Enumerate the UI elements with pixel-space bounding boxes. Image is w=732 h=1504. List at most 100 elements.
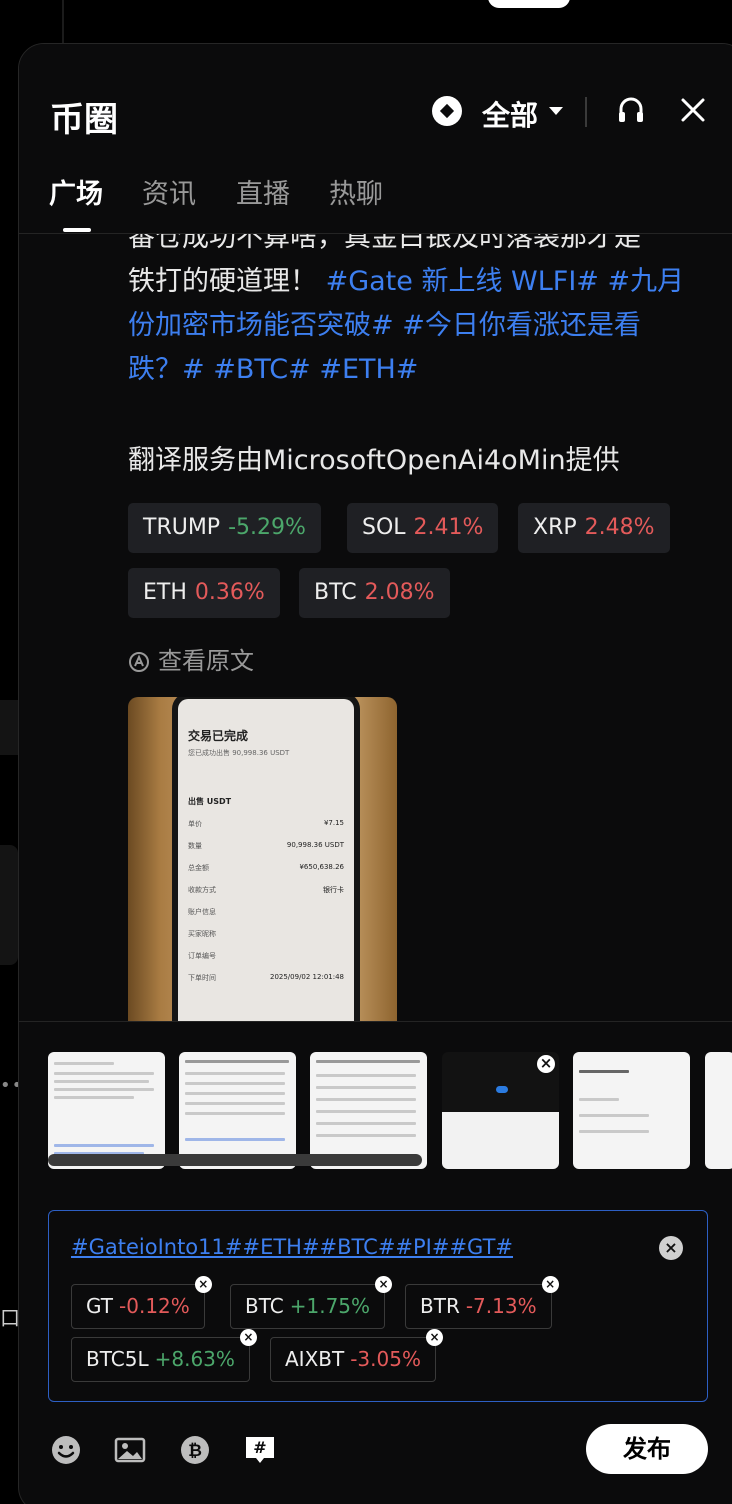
coin-tag-aixbt[interactable]: AIXBT -3.05% × [270, 1329, 443, 1382]
emoji-icon[interactable] [50, 1434, 82, 1466]
headphone-icon[interactable] [617, 96, 645, 124]
ticker-chip-eth[interactable]: ETH 0.36% [128, 568, 280, 618]
photo-row-value: ¥650,638.26 [299, 863, 344, 871]
remove-tag-button[interactable]: × [194, 1276, 212, 1293]
remove-tag-button[interactable]: × [239, 1329, 257, 1346]
svg-text:₿: ₿ [188, 1441, 202, 1461]
hashtag-icon[interactable]: # [244, 1434, 276, 1466]
ticker-symbol: SOL [362, 515, 406, 540]
ticker-symbol: TRUMP [143, 515, 221, 540]
background-block [0, 845, 18, 965]
tab-square[interactable]: 广场 [49, 172, 103, 211]
ticker-chip-trump[interactable]: TRUMP -5.29% [128, 503, 321, 553]
hashtag-link[interactable]: 跌？# #BTC# #ETH# [128, 348, 708, 392]
photo-row-label: 总金额 [188, 864, 209, 872]
attachment-thumbnail[interactable] [179, 1052, 296, 1169]
phone-screen: 交易已完成 您已成功出售 90,998.36 USDT 出售 USDT 单价 ¥7… [178, 699, 354, 1021]
remove-attachment-button[interactable]: × [535, 1053, 557, 1075]
photo-section: 出售 USDT [188, 797, 232, 806]
photo-row-label: 账户信息 [188, 908, 216, 916]
coin-tag-symbol: AIXBT [285, 1347, 345, 1371]
background-text: 口 [0, 1306, 20, 1330]
photo-row-value: 90,998.36 USDT [286, 841, 344, 849]
remove-tag-button[interactable]: × [375, 1276, 393, 1293]
coin-tag-change: +8.63% [154, 1347, 235, 1371]
publish-button[interactable]: 发布 [586, 1424, 708, 1474]
coin-tag-change: +1.75% [289, 1294, 371, 1318]
translate-icon [129, 652, 149, 672]
compose-toolbar: ₿ # 发布 [19, 1424, 732, 1484]
ticker-chip-xrp[interactable]: XRP 2.48% [518, 503, 670, 553]
bitcoin-icon[interactable]: ₿ [179, 1434, 211, 1466]
close-icon[interactable] [679, 96, 707, 124]
photo-row: 下单时间 2025/09/02 12:01:48 [188, 973, 344, 983]
photo-row-label: 买家昵称 [188, 930, 216, 938]
tab-news[interactable]: 资讯 [142, 172, 196, 211]
remove-tag-button[interactable]: × [425, 1329, 443, 1346]
ticker-change: 0.36% [194, 580, 265, 605]
coin-tag-change: -7.13% [465, 1294, 537, 1318]
coin-tag-gt[interactable]: GT -0.12% × [71, 1276, 212, 1329]
remove-tag-button[interactable]: × [541, 1276, 559, 1293]
coin-tag-btr[interactable]: BTR -7.13% × [405, 1276, 559, 1329]
attachment-thumbnail[interactable] [48, 1052, 165, 1169]
view-original-link[interactable]: 查看原文 [128, 641, 254, 676]
photo-row-label: 数量 [188, 842, 202, 850]
ticker-change: 2.48% [584, 515, 655, 540]
photo-row: 买家昵称 [188, 929, 344, 939]
ticker-symbol: ETH [143, 580, 187, 605]
ticker-change: 2.08% [364, 580, 435, 605]
coin-circle-panel: 币圈 全部 广场 资讯 直播 热聊 番仓成功不算啥，真金白银及时落袋那才是 铁打… [18, 43, 732, 1504]
coin-tag-symbol: BTR [420, 1294, 460, 1318]
photo-row-value: ¥7.15 [323, 819, 344, 827]
compose-box[interactable]: #GateioInto11##ETH##BTC##PI##GT# × GT -0.… [48, 1210, 708, 1402]
active-tab-indicator [63, 228, 91, 232]
photo-row: 总金额 ¥650,638.26 [188, 863, 344, 873]
post-text: 铁打的硬道理！ [128, 266, 326, 297]
coin-tag-symbol: BTC5L [86, 1347, 149, 1371]
coin-tag-btc5l[interactable]: BTC5L +8.63% × [71, 1329, 257, 1382]
feed-content[interactable]: 番仓成功不算啥，真金白银及时落袋那才是 铁打的硬道理！ #Gate 新上线 WL… [19, 234, 732, 1021]
ticker-change: 2.41% [413, 515, 484, 540]
hashtag-link[interactable]: 份加密市场能否突破# #今日你看涨还是看 [128, 304, 708, 348]
ticker-chip-sol[interactable]: SOL 2.41% [347, 503, 499, 553]
post-image[interactable]: 交易已完成 您已成功出售 90,998.36 USDT 出售 USDT 单价 ¥7… [128, 697, 397, 1021]
page-title: 币圈 [50, 100, 118, 140]
photo-title: 交易已完成 [188, 729, 249, 743]
attachment-thumbnail[interactable] [573, 1052, 690, 1169]
attachment-scrollbar[interactable] [48, 1154, 422, 1166]
ticker-change: -5.29% [228, 515, 306, 540]
image-icon[interactable] [114, 1434, 146, 1466]
coin-tag-btc[interactable]: BTC +1.75% × [230, 1276, 393, 1329]
attachment-thumbnail[interactable] [310, 1052, 427, 1169]
filter-icon[interactable] [432, 96, 462, 126]
photo-row: 订单编号 [188, 951, 344, 961]
chevron-down-icon[interactable] [549, 107, 563, 115]
post-body: 番仓成功不算啥，真金白银及时落袋那才是 铁打的硬道理！ #Gate 新上线 WL… [128, 234, 708, 392]
attachment-strip[interactable]: × [19, 1021, 732, 1171]
photo-row: 账户信息 [188, 907, 344, 917]
ticker-chip-btc[interactable]: BTC 2.08% [299, 568, 450, 618]
compose-hashtags[interactable]: #GateioInto11##ETH##BTC##PI##GT# [71, 1235, 513, 1259]
filter-dropdown[interactable]: 全部 [482, 94, 538, 134]
photo-row-label: 单价 [188, 820, 202, 828]
photo-row-label: 收款方式 [188, 886, 216, 894]
coin-tag-symbol: BTC [245, 1294, 284, 1318]
photo-row-label: 订单编号 [188, 952, 216, 960]
photo-subtitle: 您已成功出售 90,998.36 USDT [188, 749, 290, 757]
ticker-symbol: BTC [314, 580, 357, 605]
ticker-symbol: XRP [533, 515, 577, 540]
top-pill [488, 0, 570, 8]
clear-hashtags-button[interactable]: × [659, 1236, 683, 1260]
tab-hot-chat[interactable]: 热聊 [329, 172, 383, 211]
panel-header: 币圈 全部 广场 资讯 直播 热聊 [19, 44, 732, 234]
attachment-thumbnail[interactable] [705, 1052, 732, 1169]
photo-row-value: 2025/09/02 12:01:48 [269, 973, 344, 981]
tab-live[interactable]: 直播 [236, 172, 290, 211]
photo-row: 收款方式 银行卡 [188, 885, 344, 895]
phone-photo: 交易已完成 您已成功出售 90,998.36 USDT 出售 USDT 单价 ¥7… [172, 697, 360, 1021]
hashtag-link[interactable]: #Gate 新上线 WLFI# #九月 [326, 266, 685, 297]
coin-tag-change: -0.12% [119, 1294, 190, 1318]
coin-tag-symbol: GT [86, 1294, 114, 1318]
svg-text:#: # [253, 1438, 266, 1457]
